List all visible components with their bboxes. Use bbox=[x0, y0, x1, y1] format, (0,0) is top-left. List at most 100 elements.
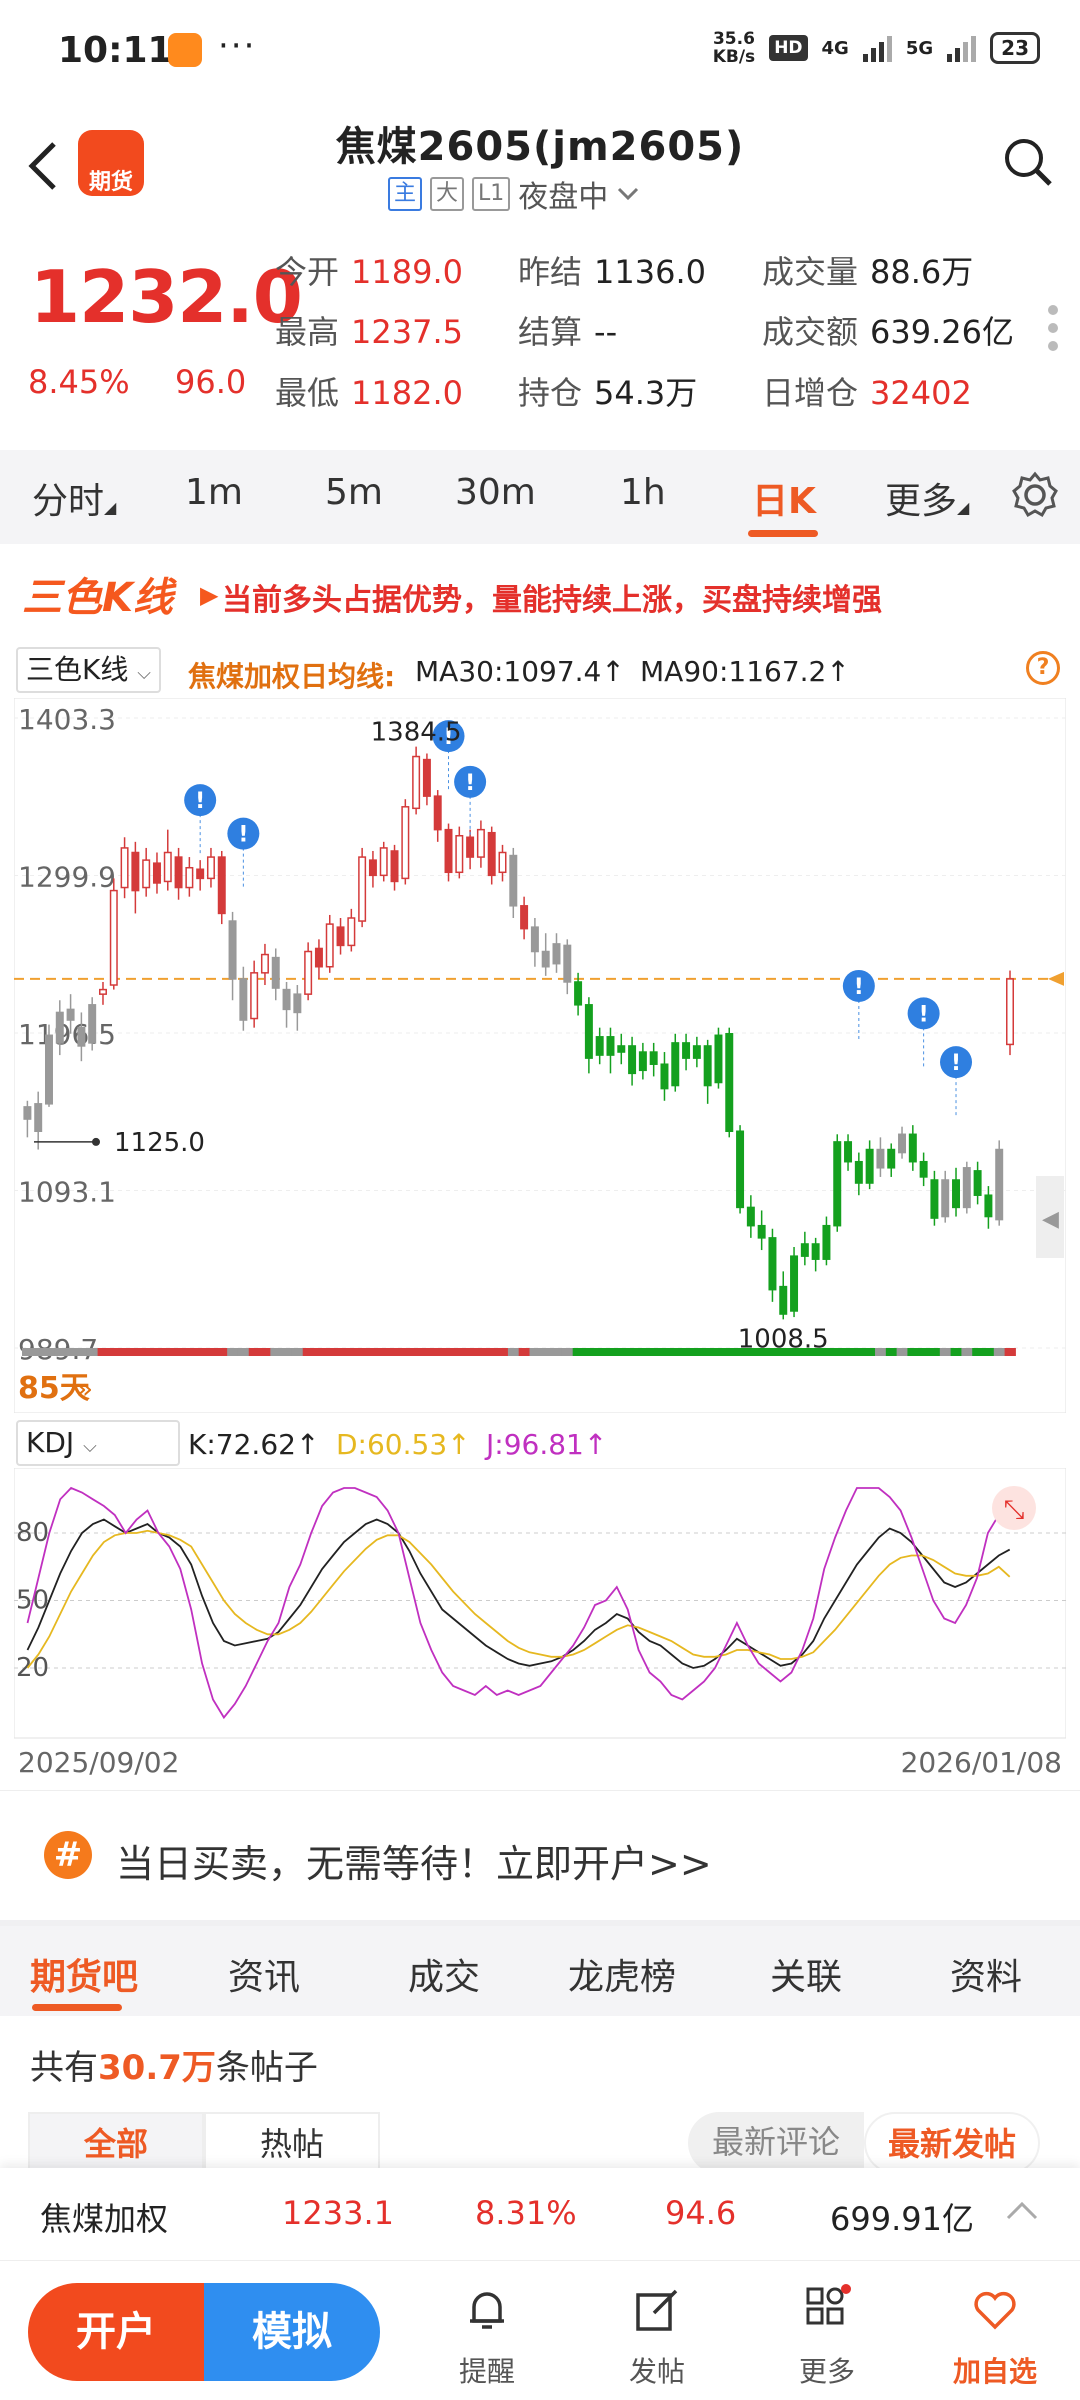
quote-field: 最高 1237.5 bbox=[275, 307, 463, 353]
candle-body bbox=[941, 1179, 950, 1218]
candle-body bbox=[314, 947, 323, 968]
trend-strip bbox=[22, 1348, 34, 1356]
hd-icon: HD bbox=[769, 35, 808, 61]
tab-daily-k[interactable]: 日K bbox=[752, 472, 816, 524]
status-bar: 10:11 ··· 35.6 KB/s HD 4G 5G 23 bbox=[0, 0, 1080, 100]
net-5g-label: 5G bbox=[905, 37, 934, 59]
low-label: 1008.5 bbox=[738, 1324, 829, 1354]
indicator-select[interactable]: 三色K线 ⌵ bbox=[16, 647, 161, 693]
alert-icon-mark: ! bbox=[238, 823, 248, 848]
battery-icon: 23 bbox=[990, 32, 1040, 64]
candle-body bbox=[898, 1133, 907, 1154]
kdj-select[interactable]: KDJ ⌵ bbox=[16, 1420, 180, 1466]
candle-body bbox=[541, 950, 550, 968]
quote-field-label: 昨结 bbox=[518, 253, 583, 291]
trend-strip bbox=[713, 1348, 725, 1356]
trend-strip bbox=[680, 1348, 692, 1356]
net-4g-label: 4G bbox=[821, 37, 849, 59]
alert-icon-mark: ! bbox=[854, 975, 864, 1000]
banner-text: 当前多头占据优势，量能持续上涨，买盘持续增强 bbox=[222, 583, 882, 618]
more-dots-icon[interactable] bbox=[1048, 305, 1058, 359]
candle-body bbox=[725, 1033, 734, 1132]
tab-more[interactable]: 更多◢ bbox=[885, 472, 969, 524]
help-icon[interactable]: ? bbox=[1026, 651, 1060, 685]
index-name: 焦煤加权 bbox=[40, 2200, 169, 2238]
ma90-value: MA90:1167.2↑ bbox=[640, 655, 850, 688]
session-info[interactable]: 主 大 L1 夜盘中 bbox=[388, 172, 640, 216]
candle-body bbox=[368, 859, 377, 877]
candle-body bbox=[174, 856, 183, 889]
trend-strip bbox=[119, 1348, 131, 1356]
change-amount: 96.0 bbox=[175, 363, 247, 401]
quote-field: 成交量 88.6万 bbox=[762, 247, 973, 293]
tab-news[interactable]: 资讯 bbox=[228, 1948, 300, 2000]
candle-body bbox=[55, 1011, 64, 1044]
quote-field-label: 日增仓 bbox=[762, 374, 859, 412]
tab-futures-bar[interactable]: 期货吧 bbox=[30, 1948, 138, 2000]
nav-add-watchlist[interactable]: 加自选 bbox=[940, 2283, 1050, 2390]
candlestick-chart[interactable]: 1403.31299.91196.51093.1989.7!!!!!!!1384… bbox=[14, 698, 1066, 1413]
gear-icon[interactable] bbox=[1010, 470, 1060, 520]
trend-strip bbox=[669, 1348, 682, 1356]
candle-body bbox=[358, 856, 367, 922]
nav-post[interactable]: 发帖 bbox=[602, 2283, 712, 2390]
kdj-chart[interactable]: 805020⤡2025/09/02 2026/01/08 bbox=[14, 1468, 1066, 1790]
post-count: 共有30.7万条帖子 bbox=[30, 2048, 318, 2088]
kdj-tick-label: 80 bbox=[16, 1518, 49, 1548]
trend-strip bbox=[540, 1348, 552, 1356]
promo-bar[interactable]: # 当日买卖，无需等待！立即开户>> bbox=[0, 1790, 1080, 1920]
trend-strip bbox=[551, 1348, 563, 1356]
candle-body bbox=[271, 956, 280, 989]
kdj-k-value: K:72.62↑ bbox=[188, 1428, 320, 1461]
candle-body bbox=[779, 1285, 788, 1315]
candle-body bbox=[45, 1034, 53, 1105]
trend-strip bbox=[194, 1348, 207, 1356]
trend-strip bbox=[831, 1348, 844, 1356]
chart-frame bbox=[14, 698, 1066, 1413]
quote-field-value: 1237.5 bbox=[351, 313, 463, 351]
candle-body bbox=[455, 834, 464, 874]
weighted-index-bar[interactable]: 焦煤加权 1233.1 8.31% 94.6 699.91亿 bbox=[0, 2168, 1080, 2260]
simulate-button[interactable]: 模拟 bbox=[204, 2283, 380, 2381]
quote-field-label: 持仓 bbox=[518, 374, 583, 412]
signal-banner[interactable]: 三色K线 ▶ 当前多头占据优势，量能持续上涨，买盘持续增强 bbox=[0, 545, 1080, 640]
x-end-label: 2026/01/08 bbox=[901, 1746, 1062, 1779]
candle-body bbox=[887, 1148, 896, 1169]
candle-body bbox=[433, 795, 442, 831]
trend-strip bbox=[918, 1348, 930, 1356]
candle-body bbox=[995, 1148, 1004, 1221]
page-title: 焦煤2605(jm2605) bbox=[335, 124, 745, 170]
tab-5m[interactable]: 5m bbox=[325, 472, 383, 513]
candle-body bbox=[88, 1004, 97, 1044]
tab-1h[interactable]: 1h bbox=[620, 472, 666, 513]
filter-hot[interactable]: 热帖 bbox=[204, 2112, 380, 2174]
candle-body bbox=[142, 859, 151, 889]
candle-body bbox=[131, 851, 140, 892]
open-account-button[interactable]: 开户 bbox=[28, 2283, 204, 2381]
tab-30m[interactable]: 30m bbox=[455, 472, 536, 513]
tab-trades[interactable]: 成交 bbox=[408, 1948, 480, 2000]
tag-l1: L1 bbox=[472, 177, 511, 211]
trend-strip bbox=[75, 1348, 88, 1356]
community-tabs: 期货吧 资讯 成交 龙虎榜 关联 资料 bbox=[0, 1926, 1080, 2016]
filter-all[interactable]: 全部 bbox=[28, 2112, 204, 2174]
chevron-up-icon[interactable] bbox=[1004, 2198, 1040, 2226]
tab-dragon-tiger[interactable]: 龙虎榜 bbox=[568, 1948, 676, 2000]
nav-alert[interactable]: 提醒 bbox=[432, 2283, 542, 2390]
trend-strip bbox=[605, 1348, 617, 1356]
tab-timeshare[interactable]: 分时◢ bbox=[32, 472, 116, 524]
sort-latest-comment[interactable]: 最新评论 bbox=[688, 2112, 864, 2174]
sort-latest-post[interactable]: 最新发帖 bbox=[864, 2112, 1040, 2174]
tab-related[interactable]: 关联 bbox=[770, 1948, 842, 2000]
alert-icon-mark: ! bbox=[951, 1051, 961, 1076]
active-tab-indicator bbox=[748, 530, 818, 537]
quote-field: 今开 1189.0 bbox=[275, 247, 463, 293]
tab-info[interactable]: 资料 bbox=[950, 1948, 1022, 2000]
tab-1m[interactable]: 1m bbox=[185, 472, 243, 513]
trend-strip bbox=[345, 1348, 358, 1356]
candle-body bbox=[606, 1036, 615, 1056]
trend-strip bbox=[939, 1348, 952, 1356]
search-icon[interactable] bbox=[1002, 136, 1054, 188]
edit-icon bbox=[636, 2289, 678, 2331]
nav-more[interactable]: 更多 bbox=[772, 2283, 882, 2390]
